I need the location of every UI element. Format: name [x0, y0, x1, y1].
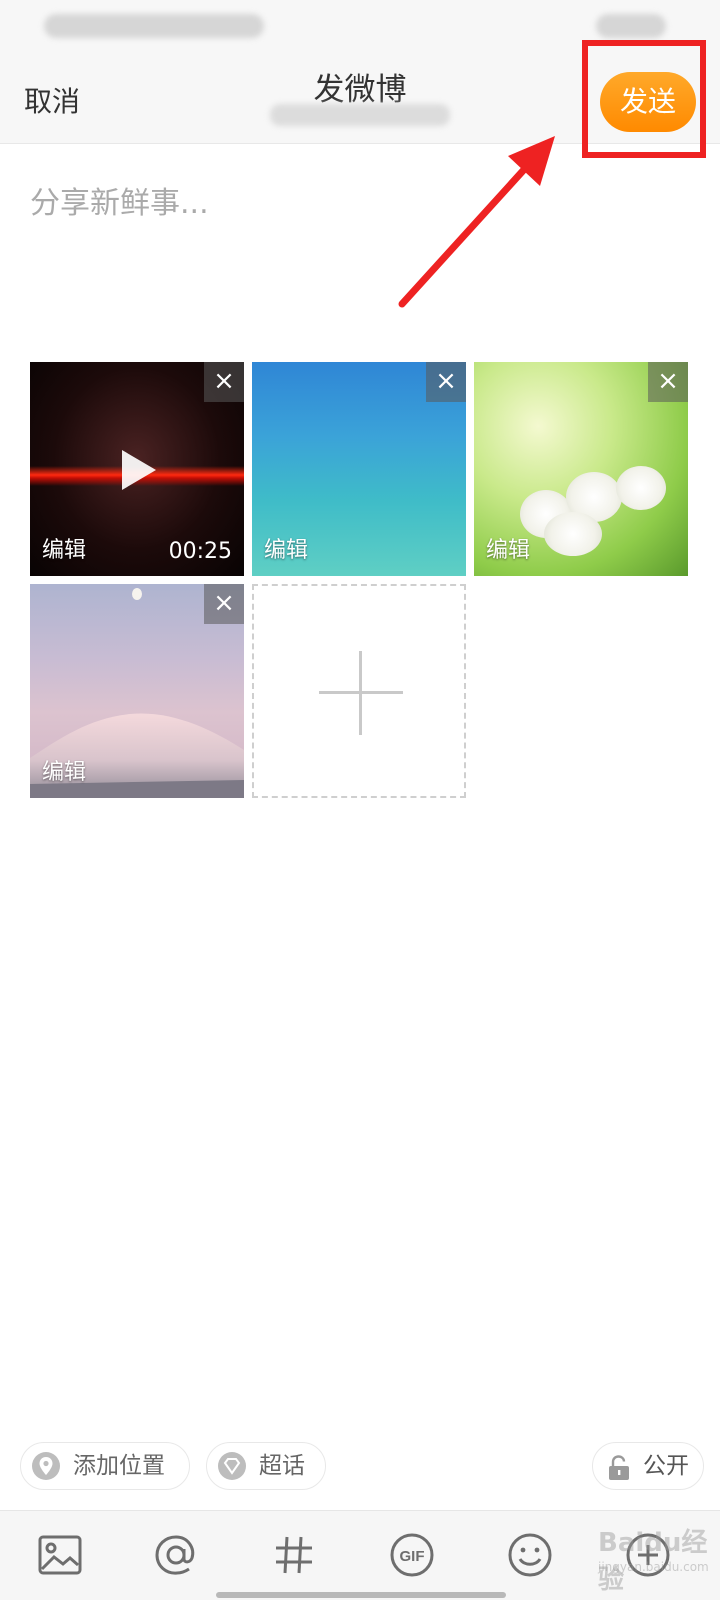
add-media-button[interactable]: [252, 584, 466, 798]
remove-media-button[interactable]: ×: [204, 584, 244, 624]
moon-shape: [132, 588, 142, 600]
emoji-icon[interactable]: [506, 1531, 554, 1579]
video-duration: 00:25: [168, 539, 232, 564]
super-topic-button[interactable]: 超话: [206, 1442, 326, 1490]
flower-shape: [616, 466, 666, 510]
remove-media-button[interactable]: ×: [204, 362, 244, 402]
edit-media-button[interactable]: 编辑: [264, 532, 308, 564]
edit-media-button[interactable]: 编辑: [486, 532, 530, 564]
visibility-button[interactable]: 公开: [592, 1442, 704, 1490]
media-tile-image[interactable]: × 编辑: [252, 362, 466, 576]
home-indicator: [216, 1592, 506, 1598]
baidu-watermark-url: jingyan.baidu.com: [598, 1560, 709, 1574]
gif-label: GIF: [400, 1548, 425, 1565]
super-topic-label: 超话: [259, 1453, 305, 1479]
media-tile-image[interactable]: × 编辑: [474, 362, 688, 576]
play-icon[interactable]: [122, 450, 156, 490]
send-highlight-box: [582, 40, 706, 158]
gif-icon[interactable]: GIF: [388, 1531, 436, 1579]
add-location-button[interactable]: 添加位置: [20, 1442, 190, 1490]
unlock-icon: [609, 1455, 629, 1480]
media-tile-video[interactable]: × 编辑 00:25: [30, 362, 244, 576]
edit-media-button[interactable]: 编辑: [42, 532, 86, 564]
plus-icon: [359, 651, 362, 735]
diamond-icon: [218, 1452, 246, 1480]
remove-media-button[interactable]: ×: [426, 362, 466, 402]
annotation-arrow: [398, 136, 555, 308]
media-tile-image[interactable]: × 编辑: [30, 584, 244, 798]
baidu-watermark: Baidu经验: [598, 1528, 708, 1595]
flower-shape: [544, 512, 602, 556]
status-bar-right-blur: [596, 14, 666, 38]
image-icon[interactable]: [36, 1531, 84, 1579]
status-bar-left-blur: [44, 14, 264, 38]
location-pin-icon: [32, 1452, 60, 1480]
account-name-blur: [270, 104, 450, 126]
compose-input[interactable]: 分享新鲜事...: [30, 178, 209, 222]
remove-media-button[interactable]: ×: [648, 362, 688, 402]
edit-media-button[interactable]: 编辑: [42, 754, 86, 786]
add-location-label: 添加位置: [73, 1453, 165, 1479]
at-icon[interactable]: [152, 1531, 200, 1579]
visibility-label: 公开: [643, 1453, 689, 1479]
hashtag-icon[interactable]: [270, 1531, 318, 1579]
